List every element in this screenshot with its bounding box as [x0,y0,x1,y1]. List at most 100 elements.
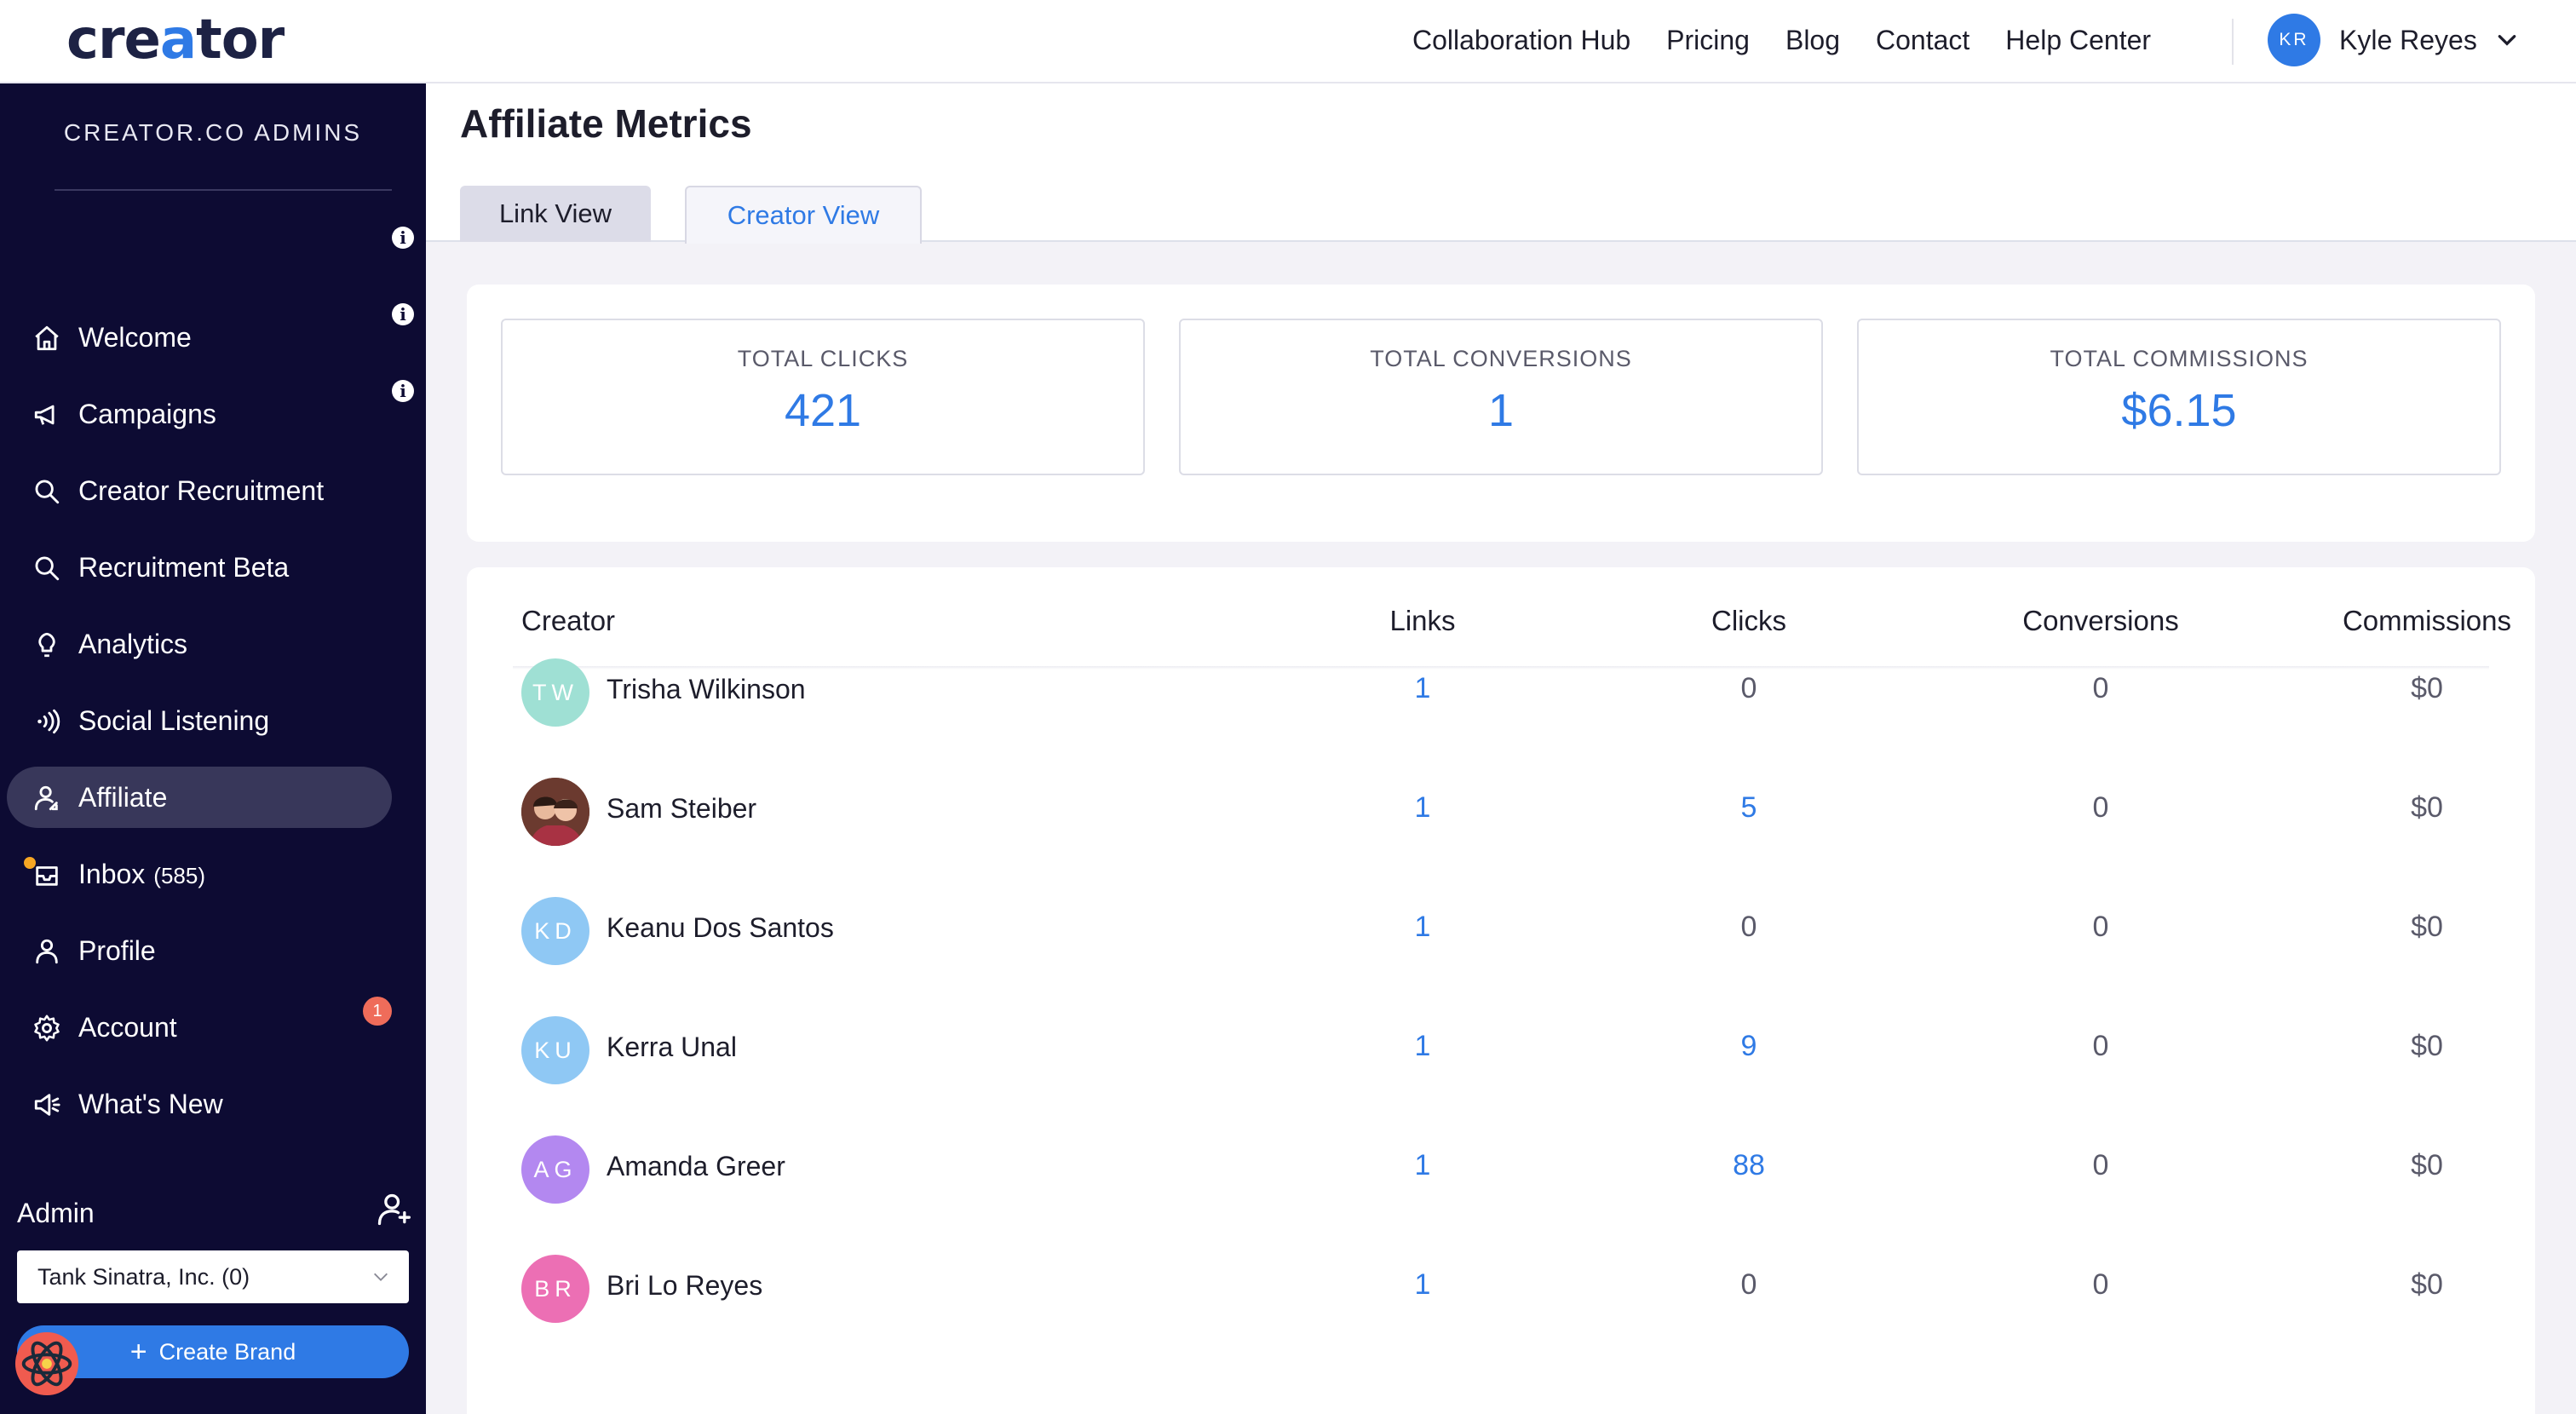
cell-clicks[interactable]: 88 [1664,1149,1834,1182]
cell-commissions: $0 [2411,791,2443,824]
gear-icon [34,1015,60,1042]
stat-label: TOTAL CLICKS [737,346,909,371]
nav-blog[interactable]: Blog [1785,25,1840,56]
nav-divider [2232,19,2234,65]
table-row[interactable]: TW Trisha Wilkinson 1 0 0 $0 [467,631,2535,750]
nav-contact[interactable]: Contact [1876,25,1969,56]
sidebar-item-label: Social Listening [78,704,270,736]
creator-name[interactable]: Bri Lo Reyes [607,1270,762,1302]
brand-select[interactable]: Tank Sinatra, Inc. (0) [17,1250,409,1303]
cell-conversions: 0 [2092,911,2109,943]
react-devtools-icon[interactable] [14,1331,80,1397]
sidebar-item-label: Campaigns [78,398,216,429]
sidebar-item-account[interactable]: Account [7,997,392,1058]
creator-name[interactable]: Kerra Unal [607,1032,737,1063]
sidebar-item-whats-new[interactable]: What's New [7,1073,392,1135]
page-header: Affiliate Metrics Link View Creator View [426,83,2576,244]
sidebar-item-label: Inbox (585) [78,858,205,889]
cell-links[interactable]: 1 [1337,1030,1508,1063]
cell-conversions: 0 [2092,672,2109,704]
divider [55,189,392,191]
sidebar-item-profile[interactable]: Profile [7,920,392,981]
chevron-down-icon [374,1273,388,1281]
info-icon[interactable]: i [392,380,414,402]
cell-clicks: 0 [1740,911,1757,943]
sidebar-item-social-listening[interactable]: Social Listening [7,690,392,751]
cell-links[interactable]: 1 [1337,911,1508,944]
users-icon [34,785,58,811]
whats-new-badge: 1 [363,997,392,1026]
sidebar-item-inbox[interactable]: Inbox (585) [7,843,392,905]
lightbulb-icon [38,632,55,658]
table-row[interactable]: KD Keanu Dos Santos 1 0 0 $0 [467,870,2535,989]
top-nav-links: Collaboration Hub Pricing Blog Contact H… [1412,0,2187,80]
creator-name[interactable]: Sam Steiber [607,793,756,825]
sidebar-item-recruitment-beta[interactable]: Recruitment Beta [7,537,392,598]
sidebar-item-creator-recruitment[interactable]: Creator Recruitment [7,460,392,521]
admin-label: Admin [17,1198,95,1228]
person-icon [36,939,58,964]
creator-avatar: KD [521,897,589,965]
cell-links[interactable]: 1 [1337,791,1508,825]
stat-value: 421 [784,385,862,436]
stats-card: TOTAL CLICKS 421 TOTAL CONVERSIONS 1 TOT… [467,285,2535,542]
notification-dot [24,857,36,869]
creator-logo[interactable]: creator [66,9,285,72]
org-title: CREATOR.CO ADMINS [63,119,363,146]
creator-name[interactable]: Trisha Wilkinson [607,674,806,705]
cell-conversions: 0 [2092,791,2109,824]
table-row[interactable]: BR Bri Lo Reyes 1 0 0 $0 [467,1227,2535,1347]
cell-clicks[interactable]: 9 [1664,1030,1834,1063]
creator-avatar: BR [521,1255,589,1323]
cell-conversions: 0 [2092,1268,2109,1301]
sidebar-item-welcome[interactable]: Welcome [7,307,392,368]
cell-links[interactable]: 1 [1337,1268,1508,1302]
cell-conversions: 0 [2092,1030,2109,1062]
creator-name[interactable]: Amanda Greer [607,1151,785,1182]
table-row[interactable]: AG Amanda Greer 1 88 0 $0 [467,1108,2535,1227]
sidebar-item-analytics[interactable]: Analytics [7,613,392,675]
cell-links[interactable]: 1 [1337,1149,1508,1182]
tab-creator-view[interactable]: Creator View [685,186,922,244]
stat-label: TOTAL CONVERSIONS [1370,346,1632,371]
nav-help-center[interactable]: Help Center [2005,25,2151,56]
cell-links[interactable]: 1 [1337,672,1508,705]
avatar-photo-icon [521,778,589,846]
search-icon [35,480,60,504]
table-row[interactable]: KU Kerra Unal 1 9 0 $0 [467,989,2535,1108]
sidebar-item-label: Creator Recruitment [78,474,325,506]
stat-total-clicks: TOTAL CLICKS 421 [501,319,1145,475]
stat-value: $6.15 [2121,385,2237,436]
page-title: Affiliate Metrics [460,101,752,146]
sidebar-item-label: Profile [78,934,156,966]
nav-collaboration-hub[interactable]: Collaboration Hub [1412,25,1630,56]
user-menu[interactable]: KR Kyle Reyes [2268,14,2518,66]
cell-commissions: $0 [2411,672,2443,704]
cell-clicks[interactable]: 5 [1664,791,1834,825]
nav-pricing[interactable]: Pricing [1666,25,1750,56]
sidebar-item-label: Affiliate [78,781,168,813]
creator-name[interactable]: Keanu Dos Santos [607,912,834,944]
stat-total-commissions: TOTAL COMMISSIONS $6.15 [1857,319,2501,475]
sidebar-item-label: Analytics [78,628,188,659]
sidebar-item-label: Account [78,1011,177,1043]
creator-avatar: TW [521,658,589,727]
sidebar-item-affiliate[interactable]: Affiliate [7,767,392,828]
chevron-down-icon [2498,35,2516,46]
sidebar: CREATOR.CO ADMINS Welcome i Campaigns i … [0,83,426,1414]
sidebar-item-label: Welcome [78,321,192,353]
megaphone-icon [34,405,55,425]
admin-user-icon[interactable] [375,1191,412,1228]
creator-avatar: AG [521,1135,589,1204]
cell-clicks: 0 [1740,1268,1757,1301]
broadcast-icon [37,709,60,734]
info-icon[interactable]: i [392,227,414,249]
create-brand-label: Create Brand [158,1338,296,1365]
cell-commissions: $0 [2411,1149,2443,1181]
sidebar-item-campaigns[interactable]: Campaigns [7,383,392,445]
info-icon[interactable]: i [392,303,414,325]
inbox-count: (585) [153,862,205,888]
table-row[interactable]: Sam Steiber 1 5 0 $0 [467,750,2535,870]
tab-link-view[interactable]: Link View [460,186,651,242]
user-name: Kyle Reyes [2339,24,2477,55]
